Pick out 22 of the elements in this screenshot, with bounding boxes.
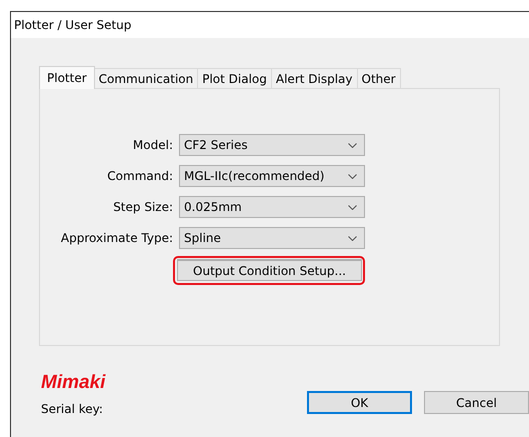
chevron-down-icon — [348, 174, 357, 178]
dropdown[interactable]: Spline — [179, 227, 365, 249]
field-label: Approximate Type: — [60, 231, 173, 245]
dialog-button[interactable]: OK — [307, 391, 412, 414]
tab[interactable]: Alert Display — [270, 68, 358, 88]
tab[interactable]: Other — [356, 68, 401, 88]
serial-key-label: Serial key: — [41, 402, 104, 416]
dialog-button[interactable]: Cancel — [424, 391, 529, 414]
window-title: Plotter / User Setup — [14, 18, 132, 32]
tab[interactable]: Plot Dialog — [197, 68, 272, 88]
chevron-down-icon — [348, 236, 357, 240]
field-label: Step Size: — [112, 200, 173, 214]
tab[interactable]: Plotter — [39, 66, 95, 89]
chevron-down-icon — [348, 204, 357, 210]
field-label: Command: — [106, 169, 173, 183]
dropdown[interactable]: 0.025mm — [179, 196, 365, 218]
field-label: Model: — [132, 138, 173, 152]
chevron-down-icon — [348, 142, 357, 148]
dropdown[interactable]: CF2 Series — [179, 134, 365, 156]
dropdown[interactable]: MGL-IIc(recommended) — [179, 165, 365, 187]
logo: Mimaki — [41, 372, 106, 394]
output-condition-setup-button[interactable]: Output Condition Setup... — [177, 259, 362, 281]
